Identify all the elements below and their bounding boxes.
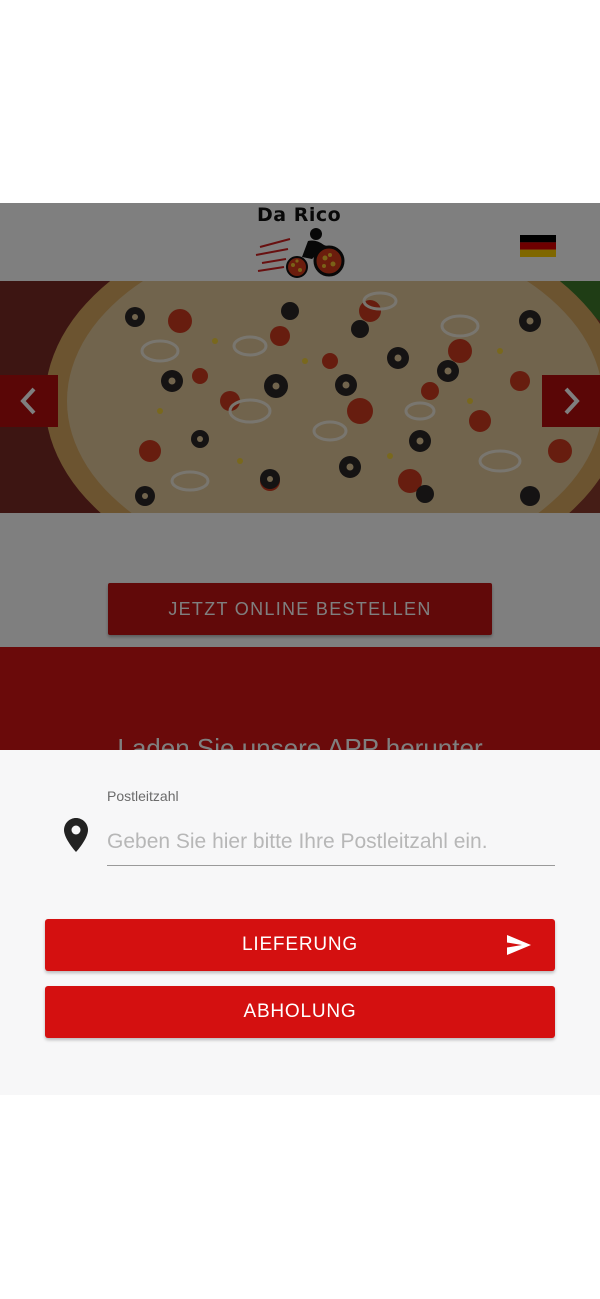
logo[interactable]: Da Rico — [250, 203, 350, 281]
chevron-left-icon — [20, 387, 36, 415]
slider-next-button[interactable] — [542, 375, 600, 427]
page: Da Rico JETZT ONLINE BESTELLEN Laden Sie… — [0, 0, 600, 1299]
slider-prev-button[interactable] — [0, 375, 58, 427]
app-download-title: Laden Sie unsere APP herunter — [117, 733, 483, 750]
pickup-button[interactable]: ABHOLUNG — [45, 986, 555, 1038]
site-header: Da Rico — [0, 203, 600, 281]
map-pin-icon — [64, 818, 88, 852]
order-online-button[interactable]: JETZT ONLINE BESTELLEN — [108, 583, 492, 635]
postcode-input[interactable] — [107, 818, 555, 866]
chevron-right-icon — [564, 387, 580, 415]
hero-slider[interactable] — [0, 281, 600, 513]
german-flag-icon[interactable] — [520, 235, 556, 257]
delivery-button-label: LIEFERUNG — [242, 934, 358, 955]
delivery-bottom-sheet: Postleitzahl LIEFERUNG ABHOLUNG — [0, 750, 600, 1095]
pickup-button-label: ABHOLUNG — [243, 1001, 357, 1022]
pizza-photo — [0, 281, 600, 513]
send-icon — [507, 935, 531, 955]
postcode-label: Postleitzahl — [107, 788, 179, 804]
delivery-button[interactable]: LIEFERUNG — [45, 919, 555, 971]
app-download-section: Laden Sie unsere APP herunter — [0, 647, 600, 750]
delivery-scooter-icon — [255, 228, 345, 278]
